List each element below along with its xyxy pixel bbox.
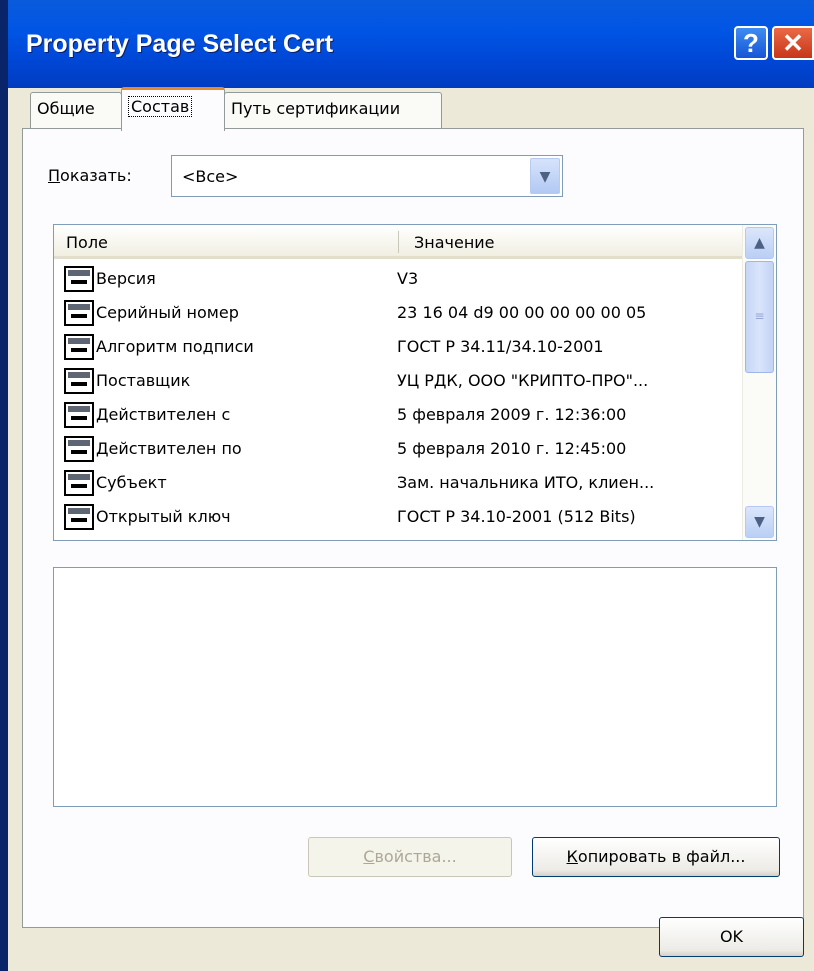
list-item[interactable]: Субъект Зам. начальника ИТО, клиен...	[54, 466, 744, 500]
tab-certification-path[interactable]: Путь сертификации	[224, 92, 442, 128]
list-item[interactable]: Версия V3	[54, 262, 744, 296]
list-header: Поле Значение	[54, 225, 744, 259]
field-name: Серийный номер	[96, 303, 239, 322]
field-value: 5 февраля 2009 г. 12:36:00	[397, 405, 627, 424]
chevron-down-icon[interactable]: ▼	[745, 506, 774, 538]
certificate-field-icon	[64, 436, 94, 462]
field-value: V3	[397, 269, 419, 288]
scrollbar-thumb[interactable]: ≡	[745, 261, 774, 373]
field-name: Версия	[96, 269, 156, 288]
list-item[interactable]: Поставщик УЦ РДК, ООО "КРИПТО-ПРО"...	[54, 364, 744, 398]
window-left-edge	[0, 0, 8, 971]
field-detail-box[interactable]	[53, 567, 777, 807]
tab-general[interactable]: Общие	[30, 92, 122, 128]
field-value: ГОСТ Р 34.10-2001 (512 Bits)	[397, 507, 636, 526]
field-value: 5 февраля 2010 г. 12:45:00	[397, 439, 627, 458]
show-select[interactable]: <Все> ▼	[171, 155, 563, 197]
chevron-up-icon[interactable]: ▲	[745, 227, 774, 259]
certificate-field-icon	[64, 402, 94, 428]
close-button[interactable]: ✕	[772, 26, 814, 60]
certificate-field-icon	[64, 266, 94, 292]
list-item[interactable]: Алгоритм подписи ГОСТ Р 34.11/34.10-2001	[54, 330, 744, 364]
column-header-value[interactable]: Значение	[414, 233, 495, 252]
ok-button[interactable]: OK	[659, 917, 804, 957]
tab-certification-path-label: Путь сертификации	[231, 99, 401, 118]
tab-general-label: Общие	[37, 99, 95, 118]
certificate-field-icon	[64, 334, 94, 360]
field-value: ГОСТ Р 34.11/34.10-2001	[397, 337, 604, 356]
title-bar[interactable]: Property Page Select Cert ? ✕	[8, 0, 814, 88]
list-item[interactable]: Действителен с 5 февраля 2009 г. 12:36:0…	[54, 398, 744, 432]
show-select-value: <Все>	[182, 167, 239, 186]
field-name: Поставщик	[96, 371, 191, 390]
help-button[interactable]: ?	[734, 26, 768, 60]
field-name: Субъект	[96, 473, 167, 492]
certificate-field-icon	[64, 470, 94, 496]
properties-button[interactable]: Свойства...	[308, 837, 512, 877]
list-item[interactable]: Серийный номер 23 16 04 d9 00 00 00 00 0…	[54, 296, 744, 330]
field-name: Открытый ключ	[96, 507, 231, 526]
copy-to-file-button[interactable]: Копировать в файл...	[532, 837, 780, 877]
field-value: УЦ РДК, ООО "КРИПТО-ПРО"...	[397, 371, 649, 390]
field-name: Алгоритм подписи	[96, 337, 254, 356]
column-header-field[interactable]: Поле	[66, 233, 108, 252]
field-value: 23 16 04 d9 00 00 00 00 00 05	[397, 303, 647, 322]
tab-details[interactable]: Состав	[121, 87, 225, 131]
certificate-field-icon	[64, 300, 94, 326]
column-divider[interactable]	[398, 231, 399, 253]
field-name: Действителен с	[96, 405, 231, 424]
list-item[interactable]: Действителен по 5 февраля 2010 г. 12:45:…	[54, 432, 744, 466]
list-item[interactable]: Открытый ключ ГОСТ Р 34.10-2001 (512 Bit…	[54, 500, 744, 534]
vertical-scrollbar[interactable]: ▲ ≡ ▼	[742, 225, 776, 540]
certificate-field-icon	[64, 504, 94, 530]
show-label: Показать:	[48, 166, 132, 185]
tab-details-label: Состав	[128, 96, 193, 117]
window-title: Property Page Select Cert	[26, 30, 334, 58]
field-value: Зам. начальника ИТО, клиен...	[397, 473, 655, 492]
fields-list[interactable]: Поле Значение Версия V3 Серийный номер 2…	[53, 224, 777, 541]
certificate-field-icon	[64, 368, 94, 394]
field-name: Действителен по	[96, 439, 242, 458]
chevron-down-icon[interactable]: ▼	[530, 158, 560, 194]
